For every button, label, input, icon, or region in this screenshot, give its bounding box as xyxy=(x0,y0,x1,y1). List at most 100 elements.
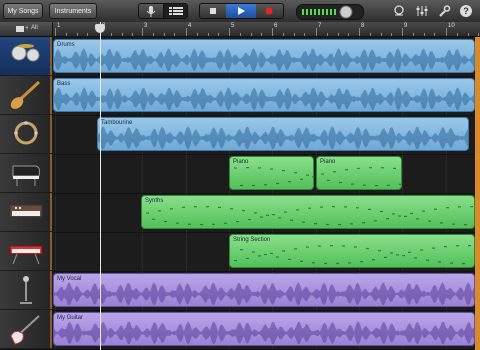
ruler-bar-number: 7 xyxy=(318,23,322,29)
all-tracks-label: All xyxy=(31,25,38,31)
tracks-view-button[interactable] xyxy=(163,4,187,18)
ruler-subtick xyxy=(132,33,134,36)
add-track-area[interactable]: + All xyxy=(0,22,53,36)
record-button[interactable] xyxy=(256,4,283,18)
track-header-synthesizer[interactable] xyxy=(0,193,52,231)
region-grand-piano[interactable]: Piano xyxy=(229,156,314,190)
electric-guitar-icon xyxy=(10,315,40,345)
track-lane: Piano Piano xyxy=(0,154,480,194)
ruler-bar-number: 4 xyxy=(188,23,192,29)
track-header-tambourine[interactable] xyxy=(0,115,52,153)
help-icon[interactable]: ? xyxy=(459,4,473,18)
playhead[interactable] xyxy=(100,22,101,350)
ruler-subtick xyxy=(250,33,252,36)
level-meter[interactable] xyxy=(296,4,364,20)
scroll-rail xyxy=(475,37,480,350)
ruler-subtick xyxy=(218,33,220,36)
ruler-subtick xyxy=(304,33,306,36)
ruler-subtick xyxy=(196,33,198,36)
ruler-subtick xyxy=(121,33,123,36)
add-track-icon: + xyxy=(16,25,28,32)
track-lane: My Vocal xyxy=(0,271,480,311)
microphone-icon xyxy=(146,6,156,17)
ruler-subtick xyxy=(261,33,263,36)
ruler-bar-number: 6 xyxy=(274,23,278,29)
microphone-icon xyxy=(20,276,32,304)
svg-text:?: ? xyxy=(463,6,469,16)
toolbar: My Songs Instruments ? xyxy=(0,0,480,23)
region-grand-piano[interactable]: Piano xyxy=(316,156,402,190)
ruler-bar-number: 3 xyxy=(144,23,148,29)
track-header-keyboard[interactable] xyxy=(0,232,52,270)
ruler-tick xyxy=(402,28,403,36)
region-label: Synths xyxy=(145,198,164,204)
ruler-subtick xyxy=(174,33,176,36)
timeline-ruler[interactable]: + All 12345678910 xyxy=(0,22,480,37)
level-meter-display xyxy=(302,5,353,19)
wrench-icon[interactable] xyxy=(437,4,451,18)
synthesizer-icon xyxy=(9,204,43,218)
region-label: String Section xyxy=(233,237,271,243)
loop-icon[interactable] xyxy=(392,4,406,18)
track-header-grand-piano[interactable] xyxy=(0,154,52,192)
ruler-tick xyxy=(316,28,317,36)
track-header-microphone[interactable] xyxy=(0,271,52,309)
region-drum-kit[interactable]: Drums xyxy=(53,39,475,73)
my-songs-button[interactable]: My Songs xyxy=(3,3,43,19)
ruler-bar-number: 1 xyxy=(57,23,61,29)
region-label: Piano xyxy=(320,159,336,165)
region-bass-guitar[interactable]: Bass xyxy=(53,78,475,112)
bass-guitar-icon xyxy=(10,80,41,109)
ruler-subtick xyxy=(282,33,284,36)
ruler-subtick xyxy=(434,33,436,36)
region-synthesizer[interactable]: Synths xyxy=(141,195,475,229)
track-header-electric-guitar[interactable] xyxy=(0,310,52,348)
stop-button[interactable] xyxy=(200,4,226,18)
track-header-bass-guitar[interactable] xyxy=(0,76,52,114)
ruler-subtick xyxy=(326,33,328,36)
region-label: My Vocal xyxy=(57,276,82,282)
track-lane: Drums xyxy=(0,37,480,77)
region-label: Drums xyxy=(57,42,75,48)
track-header-drum-kit[interactable] xyxy=(0,37,52,75)
ruler-bar-number: 5 xyxy=(231,23,235,29)
track-lane: Tambourine xyxy=(0,115,480,155)
ruler-subtick xyxy=(348,33,350,36)
ruler-subtick xyxy=(152,33,154,36)
ruler-subtick xyxy=(391,33,393,36)
ruler-tick xyxy=(359,28,360,36)
stop-icon xyxy=(210,8,216,14)
region-microphone[interactable]: My Vocal xyxy=(53,273,475,307)
mic-view-button[interactable] xyxy=(139,4,163,18)
ruler-subtick xyxy=(467,33,469,36)
ruler-subtick xyxy=(478,33,480,36)
ruler-bar-number: 8 xyxy=(361,23,365,29)
play-button[interactable] xyxy=(226,4,256,18)
ruler-subtick xyxy=(423,33,425,36)
ruler-bar-number: 10 xyxy=(448,23,455,29)
ruler-subtick xyxy=(456,33,458,36)
ruler-subtick xyxy=(412,33,414,36)
region-tambourine[interactable]: Tambourine xyxy=(97,117,469,151)
instruments-button[interactable]: Instruments xyxy=(49,3,97,19)
ruler-subtick xyxy=(380,33,382,36)
view-toggle xyxy=(138,3,188,19)
ruler-subtick xyxy=(239,33,241,36)
region-label: Piano xyxy=(233,159,249,165)
play-icon xyxy=(238,7,245,15)
record-icon xyxy=(265,7,273,15)
ruler-tick xyxy=(186,28,187,36)
mixer-icon[interactable] xyxy=(415,4,429,18)
track-lane: String Section xyxy=(0,232,480,272)
ruler-subtick xyxy=(337,33,339,36)
region-keyboard[interactable]: String Section xyxy=(229,234,475,268)
ruler-tick xyxy=(142,28,143,36)
svg-text:+: + xyxy=(25,25,28,32)
region-label: My Guitar xyxy=(57,315,84,321)
track-lane: My Guitar xyxy=(0,310,480,350)
ruler-subtick xyxy=(65,33,67,36)
tracks-view-icon xyxy=(169,7,183,15)
region-electric-guitar[interactable]: My Guitar xyxy=(53,312,475,346)
ruler-subtick xyxy=(76,33,78,36)
ruler-tick xyxy=(272,28,273,36)
